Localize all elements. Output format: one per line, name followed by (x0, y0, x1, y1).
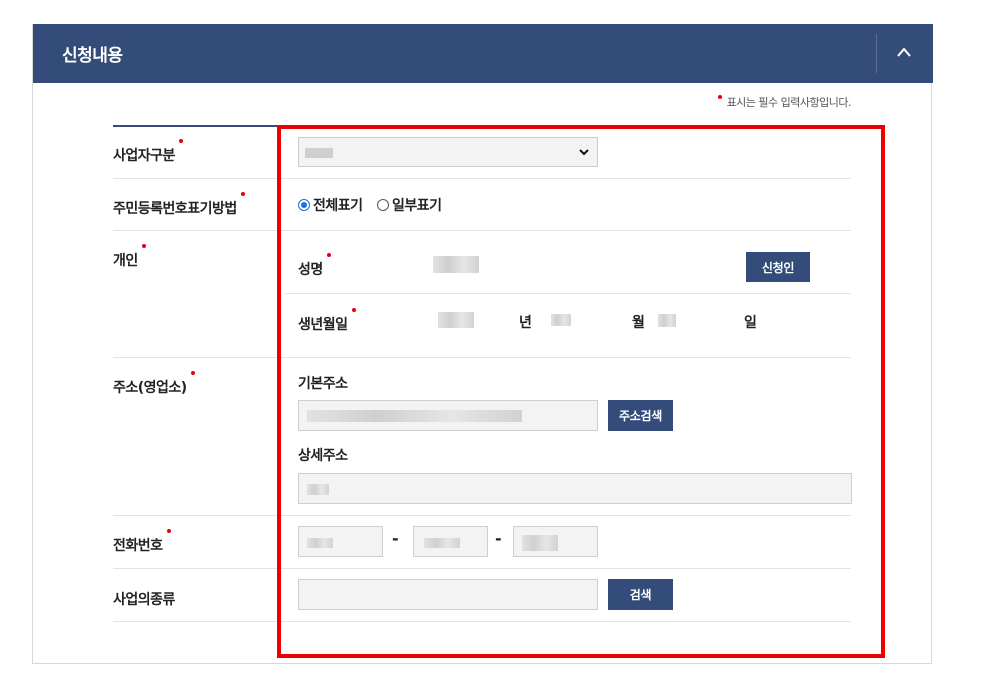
radio-full-display[interactable]: 전체표기 (298, 195, 363, 215)
row-divider (113, 621, 851, 622)
section-title: 신청내용 (62, 46, 123, 66)
name-value (433, 256, 479, 273)
row-divider (285, 293, 851, 294)
address-label: 주소(영업소) (113, 371, 195, 397)
detail-address-value (307, 484, 329, 495)
detail-address-input[interactable] (298, 473, 852, 504)
business-type-label-text: 사업자구분 (113, 148, 175, 164)
phone-area-value (307, 538, 333, 548)
phone-last-input[interactable] (513, 526, 598, 557)
required-dot (326, 253, 331, 257)
detail-address-label: 상세주소 (298, 448, 348, 464)
phone-label: 전화번호 (113, 529, 171, 555)
row-divider (113, 357, 851, 358)
row-divider (113, 515, 851, 516)
radio-unchecked-icon (377, 199, 389, 211)
birth-day-value (658, 314, 676, 327)
radio-partial-display[interactable]: 일부표기 (377, 195, 442, 215)
required-dot (190, 371, 195, 375)
address-label-text: 주소(영업소) (113, 380, 187, 396)
chevron-up-icon (897, 47, 911, 57)
basic-address-label: 기본주소 (298, 376, 348, 392)
required-dot (166, 529, 171, 533)
applicant-button[interactable]: 신청인 (746, 252, 810, 282)
collapse-button[interactable] (877, 24, 933, 83)
business-kind-label-text: 사업의종류 (113, 592, 175, 608)
required-dot (351, 308, 356, 312)
birth-date-label-text: 생년월일 (298, 317, 348, 333)
phone-middle-input[interactable] (413, 526, 488, 557)
required-dot (717, 95, 722, 99)
required-dot (178, 139, 183, 143)
business-kind-label: 사업의종류 (113, 589, 175, 609)
row-divider (113, 178, 851, 179)
business-kind-search-button[interactable]: 검색 (608, 579, 673, 610)
birth-date-label: 생년월일 (298, 308, 356, 334)
basic-address-input[interactable] (298, 400, 598, 431)
phone-area-input[interactable] (298, 526, 383, 557)
phone-last-value (522, 535, 558, 551)
phone-middle-value (424, 538, 460, 548)
radio-full-display-label: 전체표기 (313, 198, 363, 214)
required-note: 표시는 필수 입력사항입니다. (717, 94, 852, 110)
business-kind-input[interactable] (298, 579, 598, 610)
chevron-down-icon (579, 149, 589, 156)
business-type-label: 사업자구분 (113, 139, 183, 165)
form-top-divider (113, 125, 851, 127)
individual-label-text: 개인 (113, 253, 138, 269)
business-type-select[interactable] (298, 137, 598, 167)
name-label: 성명 (298, 253, 331, 279)
phone-separator: - (495, 529, 502, 548)
phone-label-text: 전화번호 (113, 538, 163, 554)
required-note-text: 표시는 필수 입력사항입니다. (726, 96, 852, 109)
month-unit: 월 (632, 315, 645, 331)
basic-address-value (307, 410, 522, 422)
required-dot (240, 192, 245, 196)
radio-checked-icon (298, 199, 310, 211)
application-panel: 신청내용 표시는 필수 입력사항입니다. 사업자구분 주민등록번호표기방법 전체… (32, 24, 933, 664)
address-search-button[interactable]: 주소검색 (608, 400, 673, 431)
individual-label: 개인 (113, 244, 146, 270)
birth-month-value (551, 314, 571, 326)
row-divider (113, 230, 851, 231)
rrn-display-label-text: 주민등록번호표기방법 (113, 201, 237, 217)
name-label-text: 성명 (298, 262, 323, 278)
birth-year-value (438, 312, 474, 328)
rrn-display-label: 주민등록번호표기방법 (113, 192, 245, 218)
day-unit: 일 (744, 315, 757, 331)
year-unit: 년 (519, 315, 532, 331)
panel-header: 신청내용 (33, 24, 933, 83)
business-type-value (305, 148, 333, 158)
radio-partial-display-label: 일부표기 (392, 198, 442, 214)
phone-separator: - (392, 529, 399, 548)
required-dot (141, 244, 146, 248)
row-divider (113, 568, 851, 569)
